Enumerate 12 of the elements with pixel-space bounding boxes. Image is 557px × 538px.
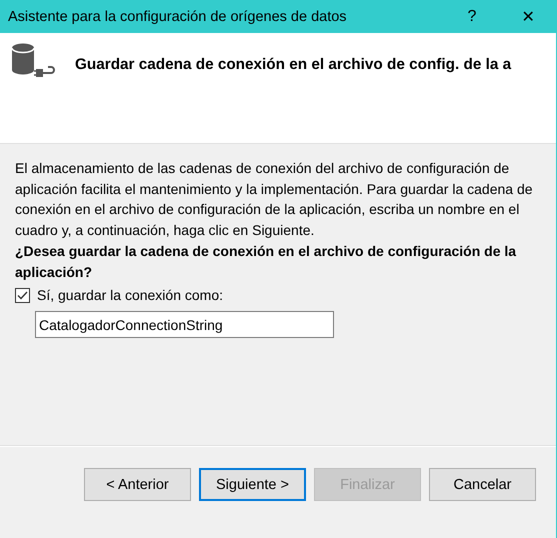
description-text: El almacenamiento de las cadenas de conexión del archivo de configuración de aplicación facilita el mantenimiento y la implementación. Para guardar la cadena de conexión en el archivo de configuración de la aplicación, escriba un nombre en el cuadro y, a continuación, haga clic en Siguiente. — [15, 159, 534, 240]
connection-name-field[interactable]: CatalogadorConnectionString — [35, 311, 334, 338]
wizard-button[interactable]: Cancelar — [429, 468, 536, 501]
wizard-button[interactable]: Siguiente > — [199, 468, 306, 501]
help-button[interactable]: ? — [444, 0, 500, 33]
page-heading: Guardar cadena de conexión en el archivo de config. de la a — [75, 56, 512, 74]
close-button[interactable]: ✕ — [500, 0, 556, 33]
window-title: Asistente para la configuración de orígenes de datos — [8, 8, 348, 24]
wizard-button[interactable]: < Anterior — [84, 468, 191, 501]
save-checkbox[interactable] — [15, 288, 30, 302]
checkbox-label: Sí, guardar la conexión como: — [37, 287, 223, 303]
question-text: ¿Desea guardar la cadena de conexión en el archivo de configuración de la aplicación? — [15, 242, 518, 282]
